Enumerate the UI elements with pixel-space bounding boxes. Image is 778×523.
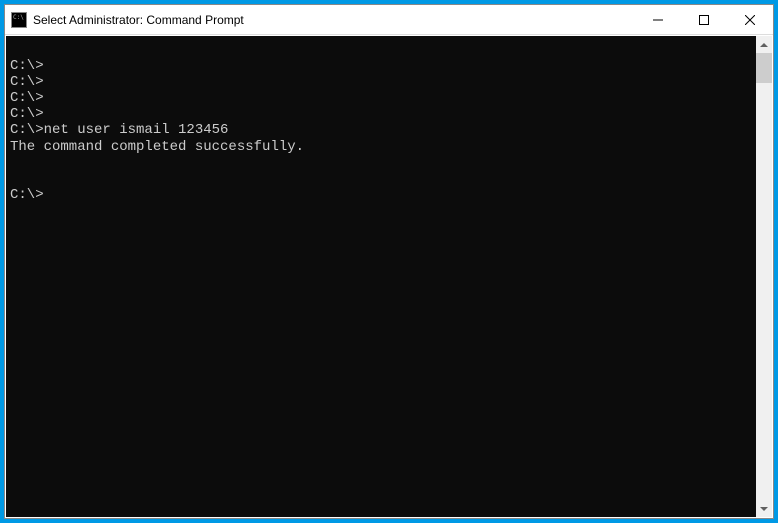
close-button[interactable] (727, 5, 773, 34)
scroll-up-arrow-icon[interactable] (756, 36, 772, 53)
minimize-button[interactable] (635, 5, 681, 34)
command-prompt-window: Select Administrator: Command Prompt C:\… (4, 4, 774, 519)
window-title: Select Administrator: Command Prompt (33, 13, 635, 27)
titlebar[interactable]: Select Administrator: Command Prompt (5, 5, 773, 35)
scroll-thumb[interactable] (756, 53, 772, 83)
window-body: C:\> C:\> C:\> C:\> C:\>net user ismail … (5, 35, 773, 518)
maximize-icon (699, 15, 709, 25)
vertical-scrollbar[interactable] (756, 36, 772, 517)
window-controls (635, 5, 773, 34)
minimize-icon (653, 15, 663, 25)
scroll-down-arrow-icon[interactable] (756, 500, 772, 517)
close-icon (745, 15, 755, 25)
maximize-button[interactable] (681, 5, 727, 34)
cmd-icon (11, 12, 27, 28)
terminal-output[interactable]: C:\> C:\> C:\> C:\> C:\>net user ismail … (6, 36, 756, 517)
